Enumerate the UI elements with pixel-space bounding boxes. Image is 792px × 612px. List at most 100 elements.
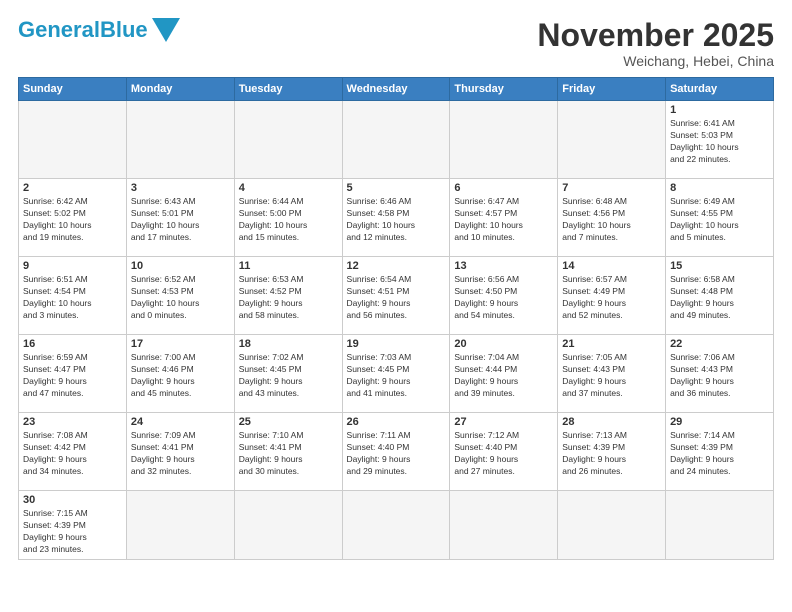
day-number: 18 — [239, 338, 338, 350]
day-cell: 23 Sunrise: 7:08 AMSunset: 4:42 PMDayligh… — [19, 413, 127, 491]
day-info: Sunrise: 7:13 AMSunset: 4:39 PMDaylight:… — [562, 430, 661, 478]
day-info: Sunrise: 7:09 AMSunset: 4:41 PMDaylight:… — [131, 430, 230, 478]
weekday-header-row: SundayMondayTuesdayWednesdayThursdayFrid… — [19, 78, 774, 101]
day-cell: 4Sunrise: 6:44 AMSunset: 5:00 PMDaylight… — [234, 179, 342, 257]
day-number: 7 — [562, 182, 661, 194]
calendar-table: SundayMondayTuesdayWednesdayThursdayFrid… — [18, 77, 774, 560]
day-cell: 21Sunrise: 7:05 AMSunset: 4:43 PMDayligh… — [558, 335, 666, 413]
week-row-1: 1Sunrise: 6:41 AMSunset: 5:03 PMDaylight… — [19, 101, 774, 179]
day-info: Sunrise: 7:06 AMSunset: 4:43 PMDaylight:… — [670, 352, 769, 400]
day-cell: 8Sunrise: 6:49 AMSunset: 4:55 PMDaylight… — [666, 179, 774, 257]
day-cell — [234, 491, 342, 560]
day-cell — [126, 101, 234, 179]
logo-text: GeneralBlue — [18, 19, 148, 41]
logo: GeneralBlue — [18, 18, 180, 42]
weekday-tuesday: Tuesday — [234, 78, 342, 101]
day-number: 26 — [347, 416, 446, 428]
day-number: 11 — [239, 260, 338, 272]
day-info: Sunrise: 6:44 AMSunset: 5:00 PMDaylight:… — [239, 196, 338, 244]
day-number: 29 — [670, 416, 769, 428]
day-number: 30 — [23, 494, 122, 506]
day-info: Sunrise: 6:51 AMSunset: 4:54 PMDaylight:… — [23, 274, 122, 322]
week-row-2: 2Sunrise: 6:42 AMSunset: 5:02 PMDaylight… — [19, 179, 774, 257]
weekday-sunday: Sunday — [19, 78, 127, 101]
day-cell: 29 Sunrise: 7:14 AMSunset: 4:39 PMDayligh… — [666, 413, 774, 491]
location: Weichang, Hebei, China — [537, 53, 774, 69]
day-cell: 11 Sunrise: 6:53 AMSunset: 4:52 PMDayligh… — [234, 257, 342, 335]
day-number: 5 — [347, 182, 446, 194]
day-number: 15 — [670, 260, 769, 272]
day-number: 23 — [23, 416, 122, 428]
title-block: November 2025 Weichang, Hebei, China — [537, 18, 774, 69]
day-info: Sunrise: 6:53 AMSunset: 4:52 PMDaylight:… — [239, 274, 338, 322]
day-cell — [342, 491, 450, 560]
day-cell — [342, 101, 450, 179]
day-cell: 30 Sunrise: 7:15 AMSunset: 4:39 PMDayligh… — [19, 491, 127, 560]
day-info: Sunrise: 6:58 AMSunset: 4:48 PMDaylight:… — [670, 274, 769, 322]
day-number: 12 — [347, 260, 446, 272]
week-row-5: 23 Sunrise: 7:08 AMSunset: 4:42 PMDayligh… — [19, 413, 774, 491]
day-info: Sunrise: 7:04 AMSunset: 4:44 PMDaylight:… — [454, 352, 553, 400]
day-info: Sunrise: 7:15 AMSunset: 4:39 PMDaylight:… — [23, 508, 122, 556]
day-cell: 18Sunrise: 7:02 AMSunset: 4:45 PMDayligh… — [234, 335, 342, 413]
day-info: Sunrise: 7:11 AMSunset: 4:40 PMDaylight:… — [347, 430, 446, 478]
day-cell: 26 Sunrise: 7:11 AMSunset: 4:40 PMDayligh… — [342, 413, 450, 491]
day-info: Sunrise: 7:12 AMSunset: 4:40 PMDaylight:… — [454, 430, 553, 478]
day-cell: 10Sunrise: 6:52 AMSunset: 4:53 PMDayligh… — [126, 257, 234, 335]
day-number: 3 — [131, 182, 230, 194]
day-info: Sunrise: 7:03 AMSunset: 4:45 PMDaylight:… — [347, 352, 446, 400]
day-info: Sunrise: 7:14 AMSunset: 4:39 PMDaylight:… — [670, 430, 769, 478]
day-cell: 19Sunrise: 7:03 AMSunset: 4:45 PMDayligh… — [342, 335, 450, 413]
day-number: 9 — [23, 260, 122, 272]
calendar-page: GeneralBlue November 2025 Weichang, Hebe… — [0, 0, 792, 612]
day-number: 13 — [454, 260, 553, 272]
day-cell: 22Sunrise: 7:06 AMSunset: 4:43 PMDayligh… — [666, 335, 774, 413]
day-number: 8 — [670, 182, 769, 194]
day-info: Sunrise: 6:54 AMSunset: 4:51 PMDaylight:… — [347, 274, 446, 322]
day-cell: 7Sunrise: 6:48 AMSunset: 4:56 PMDaylight… — [558, 179, 666, 257]
day-info: Sunrise: 6:47 AMSunset: 4:57 PMDaylight:… — [454, 196, 553, 244]
day-cell: 15 Sunrise: 6:58 AMSunset: 4:48 PMDayligh… — [666, 257, 774, 335]
day-cell — [450, 101, 558, 179]
day-cell — [126, 491, 234, 560]
day-cell: 2Sunrise: 6:42 AMSunset: 5:02 PMDaylight… — [19, 179, 127, 257]
day-cell: 9 Sunrise: 6:51 AMSunset: 4:54 PMDaylight… — [19, 257, 127, 335]
day-cell: 17Sunrise: 7:00 AMSunset: 4:46 PMDayligh… — [126, 335, 234, 413]
day-cell — [19, 101, 127, 179]
week-row-4: 16Sunrise: 6:59 AMSunset: 4:47 PMDayligh… — [19, 335, 774, 413]
day-number: 17 — [131, 338, 230, 350]
day-cell: 28 Sunrise: 7:13 AMSunset: 4:39 PMDayligh… — [558, 413, 666, 491]
day-cell: 24 Sunrise: 7:09 AMSunset: 4:41 PMDayligh… — [126, 413, 234, 491]
day-info: Sunrise: 7:05 AMSunset: 4:43 PMDaylight:… — [562, 352, 661, 400]
logo-blue: Blue — [100, 17, 148, 42]
day-number: 14 — [562, 260, 661, 272]
day-cell: 3 Sunrise: 6:43 AMSunset: 5:01 PMDaylight… — [126, 179, 234, 257]
week-row-6: 30 Sunrise: 7:15 AMSunset: 4:39 PMDayligh… — [19, 491, 774, 560]
month-year: November 2025 — [537, 18, 774, 53]
day-cell: 12 Sunrise: 6:54 AMSunset: 4:51 PMDayligh… — [342, 257, 450, 335]
day-number: 27 — [454, 416, 553, 428]
day-info: Sunrise: 7:08 AMSunset: 4:42 PMDaylight:… — [23, 430, 122, 478]
weekday-friday: Friday — [558, 78, 666, 101]
day-cell: 25Sunrise: 7:10 AMSunset: 4:41 PMDayligh… — [234, 413, 342, 491]
day-cell: 27 Sunrise: 7:12 AMSunset: 4:40 PMDayligh… — [450, 413, 558, 491]
day-number: 24 — [131, 416, 230, 428]
day-number: 10 — [131, 260, 230, 272]
day-number: 6 — [454, 182, 553, 194]
day-cell — [558, 491, 666, 560]
week-row-3: 9 Sunrise: 6:51 AMSunset: 4:54 PMDaylight… — [19, 257, 774, 335]
weekday-thursday: Thursday — [450, 78, 558, 101]
day-cell: 5 Sunrise: 6:46 AMSunset: 4:58 PMDaylight… — [342, 179, 450, 257]
logo-general: General — [18, 17, 100, 42]
day-info: Sunrise: 6:43 AMSunset: 5:01 PMDaylight:… — [131, 196, 230, 244]
day-info: Sunrise: 6:56 AMSunset: 4:50 PMDaylight:… — [454, 274, 553, 322]
day-info: Sunrise: 6:42 AMSunset: 5:02 PMDaylight:… — [23, 196, 122, 244]
weekday-saturday: Saturday — [666, 78, 774, 101]
day-cell: 16Sunrise: 6:59 AMSunset: 4:47 PMDayligh… — [19, 335, 127, 413]
day-cell: 14Sunrise: 6:57 AMSunset: 4:49 PMDayligh… — [558, 257, 666, 335]
day-info: Sunrise: 6:46 AMSunset: 4:58 PMDaylight:… — [347, 196, 446, 244]
day-number: 28 — [562, 416, 661, 428]
day-number: 20 — [454, 338, 553, 350]
weekday-wednesday: Wednesday — [342, 78, 450, 101]
day-info: Sunrise: 6:41 AMSunset: 5:03 PMDaylight:… — [670, 118, 769, 166]
